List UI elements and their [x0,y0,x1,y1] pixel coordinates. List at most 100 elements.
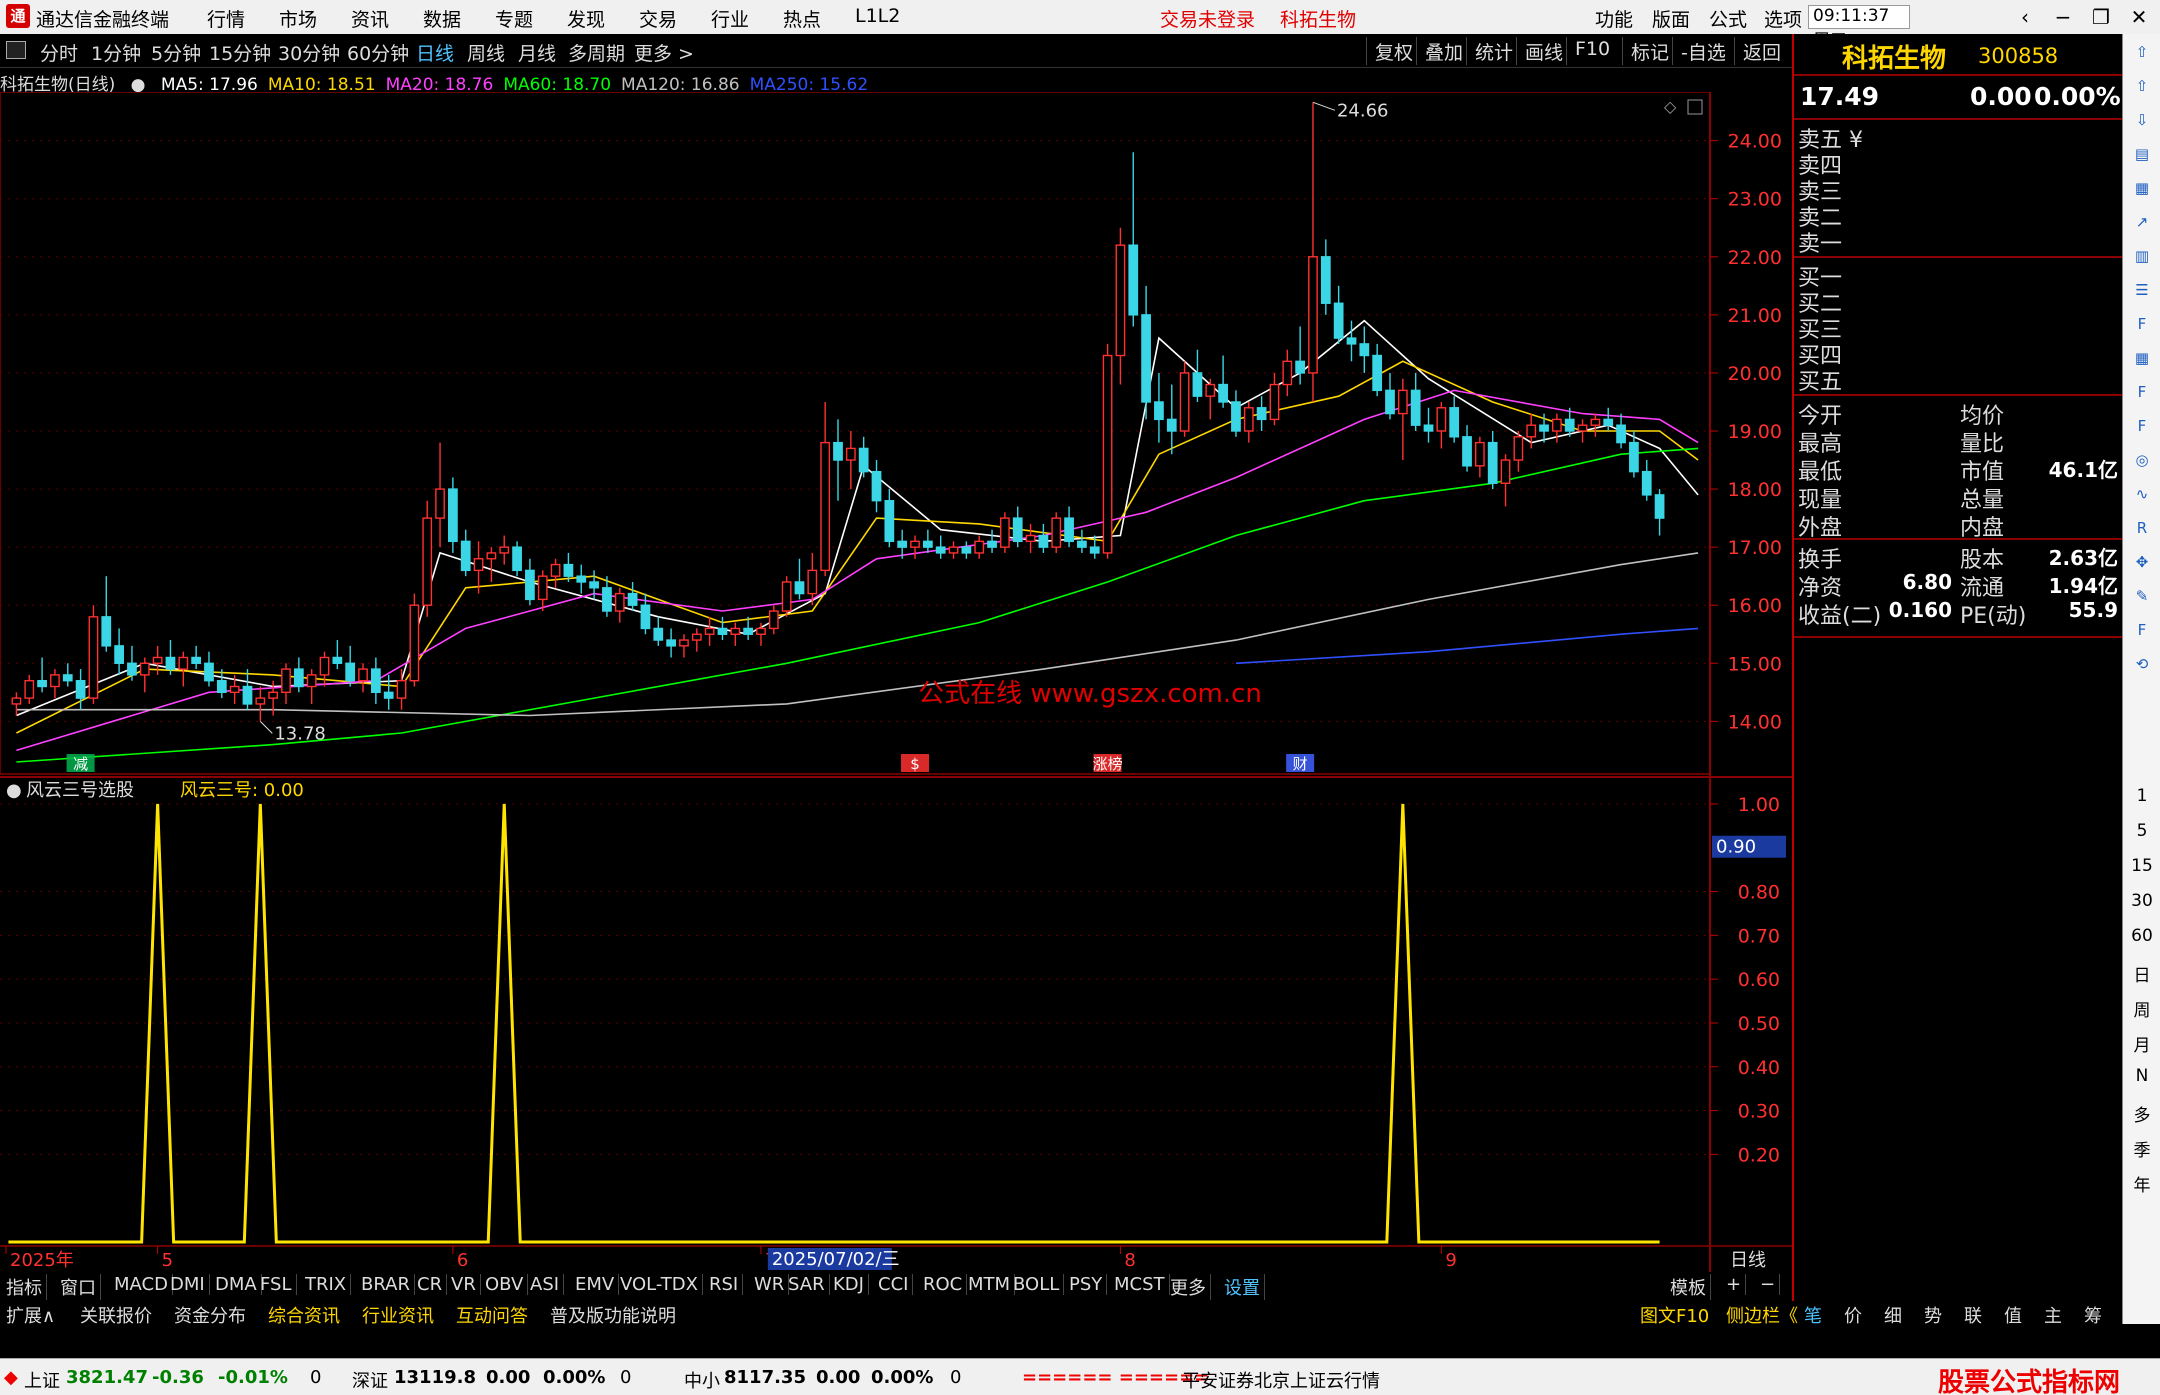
candle[interactable] [576,564,587,594]
sidebar-toggle[interactable]: 侧边栏《 [1722,1302,1802,1328]
quick-tab[interactable]: 势 [1920,1302,1946,1328]
candle[interactable] [383,674,394,710]
menu-xuanxiang[interactable]: 选项 [1764,5,1802,32]
indicator-right-button[interactable]: 模板 [1666,1274,1711,1300]
f12-icon[interactable]: F [2130,414,2154,438]
candle[interactable] [75,669,86,710]
period-shortcut-7[interactable]: 月 [2123,1031,2160,1056]
candle[interactable] [139,657,150,693]
sh-index-label[interactable]: 上证 [24,1367,60,1393]
candle[interactable] [1051,512,1062,553]
candle[interactable] [1115,227,1126,385]
candle[interactable] [550,558,561,588]
tool-fanhui[interactable]: 返回 [1734,37,1789,65]
candle-icon[interactable]: ▥ [2130,244,2154,268]
tool-biaoji[interactable]: 标记 [1622,37,1677,65]
candle[interactable] [781,576,792,617]
candle[interactable] [1179,361,1190,437]
menu-faxian[interactable]: 发现 [567,5,605,32]
indicator-tab[interactable]: PSY [1065,1274,1108,1295]
diamond-icon[interactable]: ◇ [1664,97,1677,116]
rsi-icon[interactable]: R [2130,516,2154,540]
quick-tab[interactable]: 价 [1840,1302,1866,1328]
extension-tab[interactable]: 互动问答 [452,1302,532,1328]
candle[interactable] [730,622,741,646]
indicator-tab[interactable]: 更多 [1166,1274,1211,1300]
candle[interactable] [88,605,99,704]
candle[interactable] [1333,285,1344,344]
wave-icon[interactable]: ∿ [2130,482,2154,506]
period-shortcut-3[interactable]: 30 [2123,891,2160,911]
candle[interactable] [242,669,253,710]
candle[interactable] [1397,378,1408,461]
candle[interactable] [525,558,535,606]
candle[interactable] [24,674,35,704]
period-30min[interactable]: 30分钟 [278,39,340,66]
candle[interactable] [1474,436,1485,478]
candle[interactable] [50,669,60,699]
quick-tab[interactable]: 联 [1960,1302,1986,1328]
indicator-tab[interactable]: KDJ [829,1274,869,1295]
candle[interactable] [666,628,676,658]
tool-fuquan[interactable]: 复权 [1366,37,1421,65]
candle[interactable] [1154,372,1164,443]
candle[interactable] [1603,407,1614,431]
indicator-menu-icon[interactable]: ● [6,780,22,801]
menu-gongshi[interactable]: 公式 [1709,5,1747,32]
quick-tab[interactable]: 主 [2040,1302,2066,1328]
candle[interactable] [974,535,985,559]
period-60min[interactable]: 60分钟 [347,39,409,66]
refresh-icon[interactable]: ⟲ [2130,652,2154,676]
f11-icon[interactable]: F [2130,380,2154,404]
candle[interactable] [1141,285,1151,420]
quick-tab[interactable]: 细 [1880,1302,1906,1328]
candle[interactable] [306,669,317,704]
candle[interactable] [127,645,137,681]
indicator-tab[interactable]: ROC [919,1274,968,1295]
candle[interactable] [1449,396,1460,443]
candle[interactable] [1102,343,1113,559]
indicator-tab[interactable]: FSL [256,1274,297,1295]
extension-tab[interactable]: 行业资讯 [358,1302,438,1328]
extension-tab[interactable]: 资金分布 [170,1302,250,1328]
period-shortcut-1[interactable]: 5 [2123,821,2160,841]
candle[interactable] [1243,401,1254,443]
indicator-tab[interactable]: ASI [526,1274,565,1295]
indicator-right-button[interactable]: − [1756,1274,1781,1295]
candle[interactable] [1654,489,1665,536]
candle[interactable] [717,616,728,641]
candle[interactable] [704,616,715,646]
candle[interactable] [422,500,433,617]
candle[interactable] [794,558,805,600]
candle[interactable] [1205,378,1216,420]
red-book-icon[interactable]: ▤ [2130,142,2154,166]
candle[interactable] [460,529,471,577]
indicator-tab[interactable]: BRAR [357,1274,415,1295]
zx-index-label[interactable]: 中小 [684,1367,720,1393]
menu-hangye[interactable]: 行业 [711,5,749,32]
f10-link[interactable]: 图文F10 [1636,1302,1713,1328]
period-shortcut-0[interactable]: 1 [2123,786,2160,806]
up-arrow-icon[interactable]: ⇧ [2130,40,2154,64]
candle[interactable] [1616,413,1626,449]
candle[interactable] [768,605,779,635]
candle[interactable] [1372,343,1383,397]
candle[interactable] [332,640,343,670]
candle[interactable] [204,651,214,687]
f5-icon[interactable]: F [2130,618,2154,642]
menu-hangqing[interactable]: 行情 [207,5,245,32]
candle[interactable] [1487,431,1498,490]
indicator-tab[interactable]: BOLL [1009,1274,1065,1295]
candle[interactable] [961,541,972,559]
trade-login-warning[interactable]: 交易未登录 [1160,5,1255,32]
restore-icon[interactable]: ❐ [2086,4,2116,30]
period-shortcut-4[interactable]: 60 [2123,926,2160,946]
data-source[interactable]: 平安证券北京上证云行情 [1182,1367,1380,1393]
candle[interactable] [1192,349,1203,402]
candle[interactable] [1641,460,1652,501]
period-daily[interactable]: 日线 [416,39,454,66]
candle[interactable] [1385,372,1395,420]
candle[interactable] [1012,506,1023,548]
period-weekly[interactable]: 周线 [467,39,505,66]
indicator-tab[interactable]: MTM [964,1274,1016,1295]
